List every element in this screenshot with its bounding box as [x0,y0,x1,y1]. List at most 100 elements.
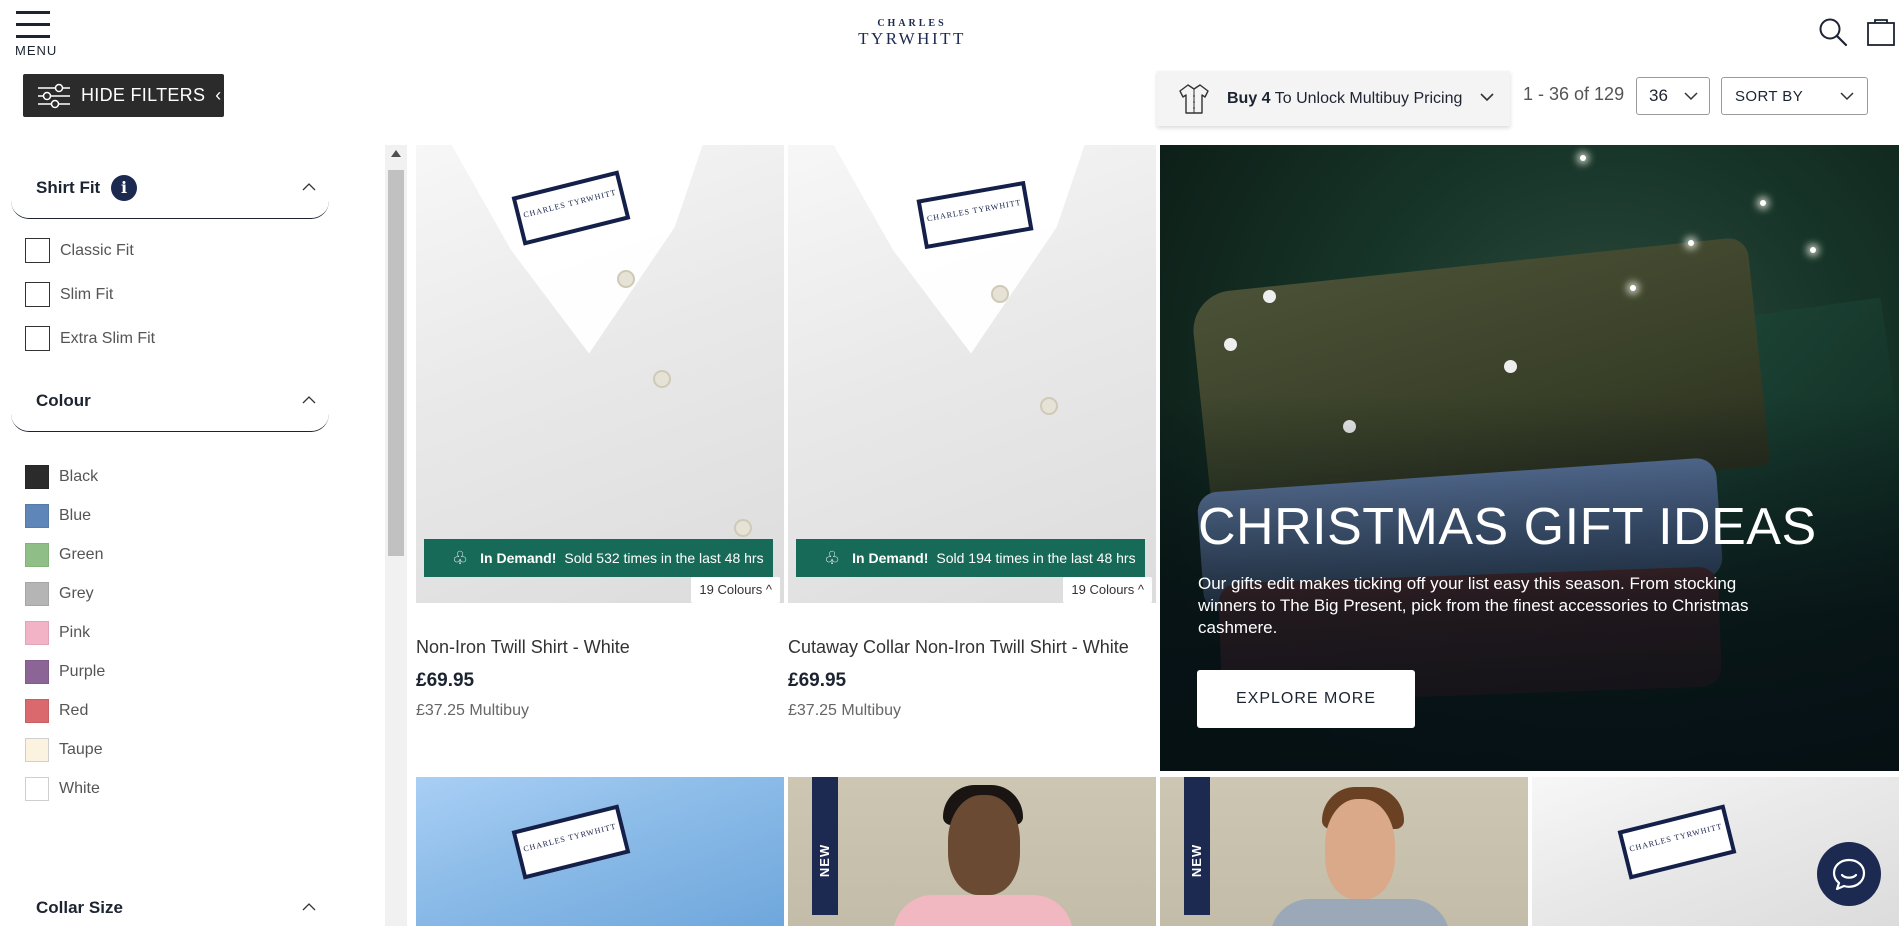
filter-header-shirt-fit[interactable]: Shirt Fit i [11,143,329,219]
per-page-select[interactable]: 36 [1636,77,1710,115]
colour-option-red[interactable]: Red [25,699,88,723]
model-face [1325,799,1395,899]
colour-option-label: Taupe [59,741,103,758]
checkbox[interactable] [25,282,50,307]
sort-by-select[interactable]: SORT BY [1721,77,1868,115]
chevron-down-icon [1840,92,1854,101]
hide-filters-button[interactable]: HIDE FILTERS ‹ [23,74,224,117]
colour-option-green[interactable]: Green [25,543,103,567]
product-card[interactable]: CHARLES TYRWHITT ♧ In Demand! Sold 532 t… [416,145,784,745]
colour-swatch[interactable] [25,660,49,684]
badge-text: Sold 532 times in the last 48 hrs [564,550,764,566]
colour-swatch[interactable] [25,582,49,606]
product-price: £69.95 [416,670,475,691]
colour-swatch[interactable] [25,777,49,801]
colour-option-taupe[interactable]: Taupe [25,738,103,762]
chevron-up-icon: ^ [765,582,772,597]
new-tag-label: NEW [817,843,833,878]
in-demand-badge: ♧ In Demand! Sold 532 times in the last … [424,539,773,577]
shirt-label-tag: CHARLES TYRWHITT [1617,804,1737,880]
colour-option-blue[interactable]: Blue [25,504,91,528]
chevron-up-icon [302,183,316,191]
menu-label: MENU [15,43,58,58]
shopping-bag-icon[interactable] [1866,17,1896,47]
new-tag: NEW [812,777,838,915]
filter-option-classic-fit[interactable]: Classic Fit [25,238,134,263]
chevron-down-icon [1480,93,1494,102]
scrollbar-thumb[interactable] [388,170,404,556]
chevron-up-icon: ^ [1137,582,1144,597]
checkbox[interactable] [25,238,50,263]
shirt-collar [446,145,706,354]
in-demand-badge: ♧ In Demand! Sold 194 times in the last … [796,539,1145,577]
colour-option-label: Grey [59,585,94,602]
product-name[interactable]: Non-Iron Twill Shirt - White [416,637,630,658]
chevron-down-icon [1684,92,1698,101]
scroll-up-arrow[interactable] [391,150,401,157]
results-range: 1 - 36 of 129 [1523,84,1625,104]
badge-bold: In Demand! [852,550,929,566]
per-page-value: 36 [1649,86,1668,105]
colour-swatch[interactable] [25,465,49,489]
colour-option-label: Purple [59,663,106,680]
shirt-button [653,370,671,388]
sliders-icon [38,83,70,108]
christmas-promo-banner[interactable]: CHRISTMAS GIFT IDEAS Our gifts edit make… [1160,145,1899,771]
filter-option-slim-fit[interactable]: Slim Fit [25,282,113,307]
colour-option-pink[interactable]: Pink [25,621,90,645]
colours-toggle[interactable]: 19 Colours ^ [1063,577,1152,603]
colour-option-purple[interactable]: Purple [25,660,105,684]
filter-option-label: Classic Fit [60,241,134,259]
chat-button[interactable] [1817,842,1881,906]
hide-filters-label: HIDE FILTERS [81,85,206,105]
search-icon[interactable] [1818,17,1848,47]
product-image[interactable]: CHARLES TYRWHITT ♧ In Demand! Sold 194 t… [788,145,1156,603]
colour-swatch[interactable] [25,621,49,645]
colours-count: 19 Colours [1071,582,1135,597]
menu-icon-bar [16,35,50,38]
chat-icon [1832,858,1866,891]
colour-swatch[interactable] [25,504,49,528]
product-price: £69.95 [788,670,847,691]
chevron-left-icon: ‹ [215,85,222,105]
explore-more-button[interactable]: EXPLORE MORE [1197,670,1415,728]
colour-option-white[interactable]: White [25,777,100,801]
product-name[interactable]: Cutaway Collar Non-Iron Twill Shirt - Wh… [788,637,1129,658]
multibuy-dropdown[interactable]: Buy 4 To Unlock Multibuy Pricing [1157,71,1510,126]
sort-by-label: SORT BY [1735,87,1804,105]
colours-toggle[interactable]: 19 Colours ^ [691,577,780,603]
brand-logo[interactable]: CHARLES TYRWHITT [850,18,974,48]
colour-option-black[interactable]: Black [25,465,98,489]
product-image[interactable]: CHARLES TYRWHITT ♧ In Demand! Sold 532 t… [416,145,784,603]
shirt-label-brand: CHARLES TYRWHITT [1628,821,1724,854]
christmas-tree-icon: ♧ [452,547,469,568]
product-image[interactable]: NEW [788,777,1156,926]
filter-header-colour[interactable]: Colour [11,356,329,432]
checkbox[interactable] [25,326,50,351]
product-card[interactable]: NEW [788,777,1156,926]
new-tag: NEW [1184,777,1210,915]
menu-icon [16,11,50,14]
colour-option-label: Pink [59,624,91,641]
product-card[interactable]: NEW [1160,777,1528,926]
product-image[interactable]: NEW [1160,777,1528,926]
promo-body: Our gifts edit makes ticking off your li… [1198,574,1749,637]
colour-option-grey[interactable]: Grey [25,582,94,606]
product-card[interactable]: CHARLES TYRWHITT ♧ In Demand! Sold 194 t… [788,145,1156,745]
colour-swatch[interactable] [25,738,49,762]
filter-option-extra-slim-fit[interactable]: Extra Slim Fit [25,326,155,351]
filter-option-label: Slim Fit [60,285,114,303]
filter-option-label: Extra Slim Fit [60,329,156,347]
filters-scrollbar[interactable] [385,145,407,926]
filter-header-collar-size[interactable]: Collar Size [11,863,329,926]
menu-icon-bar [16,23,50,26]
product-image[interactable]: CHARLES TYRWHITT [416,777,784,926]
colour-swatch[interactable] [25,699,49,723]
colour-swatch[interactable] [25,543,49,567]
menu-button[interactable]: MENU [14,9,60,59]
info-icon[interactable]: i [111,175,137,201]
shirt-label-brand: CHARLES TYRWHITT [522,821,618,854]
model-face [948,795,1020,895]
filter-title: Shirt Fit [36,178,101,197]
product-card[interactable]: CHARLES TYRWHITT [416,777,784,926]
